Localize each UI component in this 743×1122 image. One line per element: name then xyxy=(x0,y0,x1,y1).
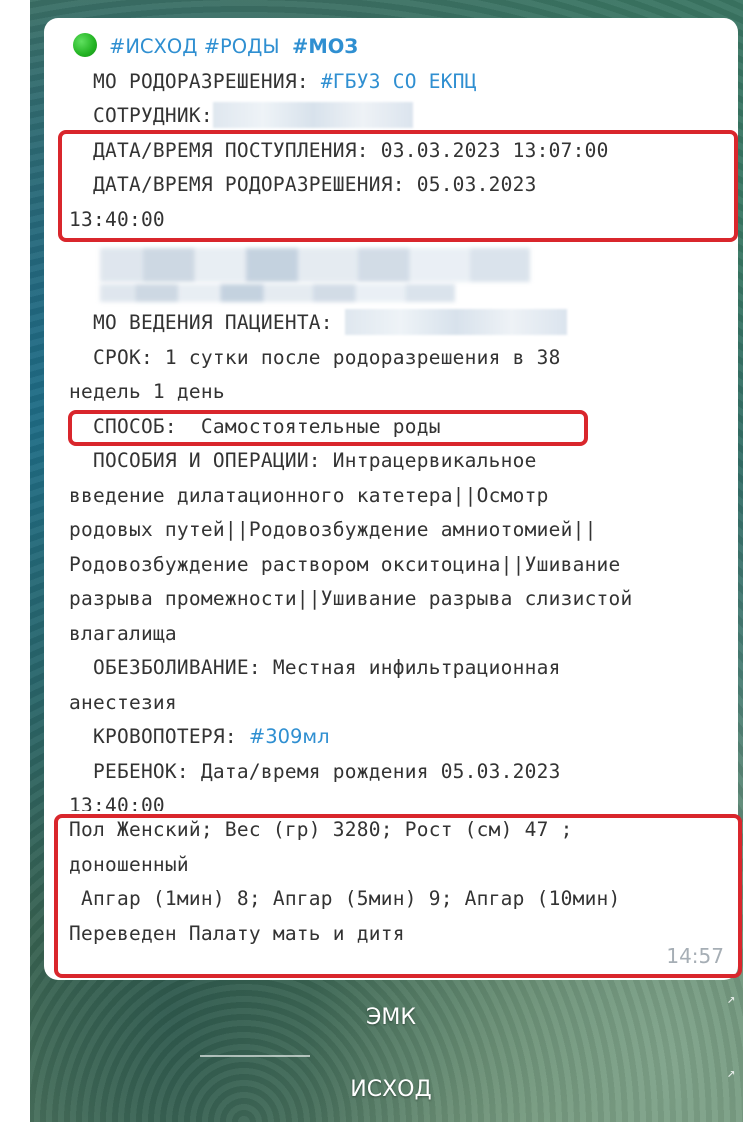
term-text-1: СРОК: 1 сутки после родоразрешения в 38 xyxy=(92,345,561,369)
highlight-method xyxy=(68,410,588,446)
mo-label: МО РОДОРАЗРЕШЕНИЯ: xyxy=(92,69,309,93)
mo-line: МО РОДОРАЗРЕШЕНИЯ: #ГБУЗ СО ЕКПЦ xyxy=(69,65,735,100)
keyboard-separator xyxy=(200,1055,310,1057)
ops-text-1: ПОСОБИЯ И ОПЕРАЦИИ: Интрацервикальное xyxy=(92,449,537,472)
hashtag-mo[interactable]: #ГБУЗ СО ЕКПЦ xyxy=(321,70,477,93)
ops-line-3: родовых путей||Родовозбуждение амниотоми… xyxy=(69,518,597,541)
hashtag-birth[interactable]: #РОДЫ xyxy=(204,35,280,58)
child-line-1: РЕБЕНОК: Дата/время рождения 05.03.2023 xyxy=(69,755,735,790)
employee-label: СОТРУДНИК: xyxy=(92,104,213,127)
highlight-dates xyxy=(58,130,738,242)
anesthesia-line-1: ОБЕЗБОЛИВАНИЕ: Местная инфильтрационная xyxy=(69,651,735,686)
blood-loss-label: КРОВОПОТЕРЯ: xyxy=(92,725,237,748)
employee-line: СОТРУДНИК: xyxy=(69,99,735,134)
ops-line-2: введение дилатационного катетера||Осмотр xyxy=(69,483,549,507)
child-line-2: 13:40:00 xyxy=(69,794,165,811)
redacted-employee xyxy=(212,102,413,128)
ops-line-1: ПОСОБИЯ И ОПЕРАЦИИ: Интрацервикальное xyxy=(69,444,735,479)
green-circle-icon xyxy=(73,33,97,57)
patient-mo-label: МО ВЕДЕНИЯ ПАЦИЕНТА: xyxy=(92,311,333,334)
ops-line-5: разрыва промежности||Ушивание разрыва сл… xyxy=(69,587,633,610)
redacted-block-1 xyxy=(100,248,530,282)
keyboard-button-outcome[interactable]: ИСХОД xyxy=(44,1062,738,1118)
anesthesia-line-2: анестезия xyxy=(69,690,177,714)
blood-loss-line: КРОВОПОТЕРЯ: #309мл xyxy=(69,720,735,755)
arrow-up-right-icon-2: ↗ xyxy=(727,1065,736,1081)
patient-mo-line: МО ВЕДЕНИЯ ПАЦИЕНТА: xyxy=(69,306,735,341)
keyboard-button-emk[interactable]: ЭМК xyxy=(44,990,738,1046)
anesthesia-text-1: ОБЕЗБОЛИВАНИЕ: Местная инфильтрационная xyxy=(92,656,561,679)
redacted-block-2 xyxy=(100,284,455,302)
hashtag-outcome[interactable]: #ИСХОД xyxy=(109,35,197,58)
term-line-1: СРОК: 1 сутки после родоразрешения в 38 xyxy=(69,341,735,376)
hashtag-moz[interactable]: #МОЗ xyxy=(292,35,358,58)
ops-line-6: влагалища xyxy=(69,621,177,645)
arrow-up-right-icon: ↗ xyxy=(727,991,736,1007)
child-text-1: РЕБЕНОК: Дата/время рождения 05.03.2023 xyxy=(92,759,561,783)
highlight-child xyxy=(54,814,742,978)
hashtag-blood-loss[interactable]: #309мл xyxy=(249,725,330,748)
tags-line: #ИСХОД #РОДЫ #МОЗ xyxy=(69,30,735,65)
term-line-2: недель 1 день xyxy=(69,380,225,403)
redacted-patient-mo xyxy=(344,309,567,335)
ops-line-4: Родовозбуждение раствором окситоцина||Уш… xyxy=(69,552,621,576)
